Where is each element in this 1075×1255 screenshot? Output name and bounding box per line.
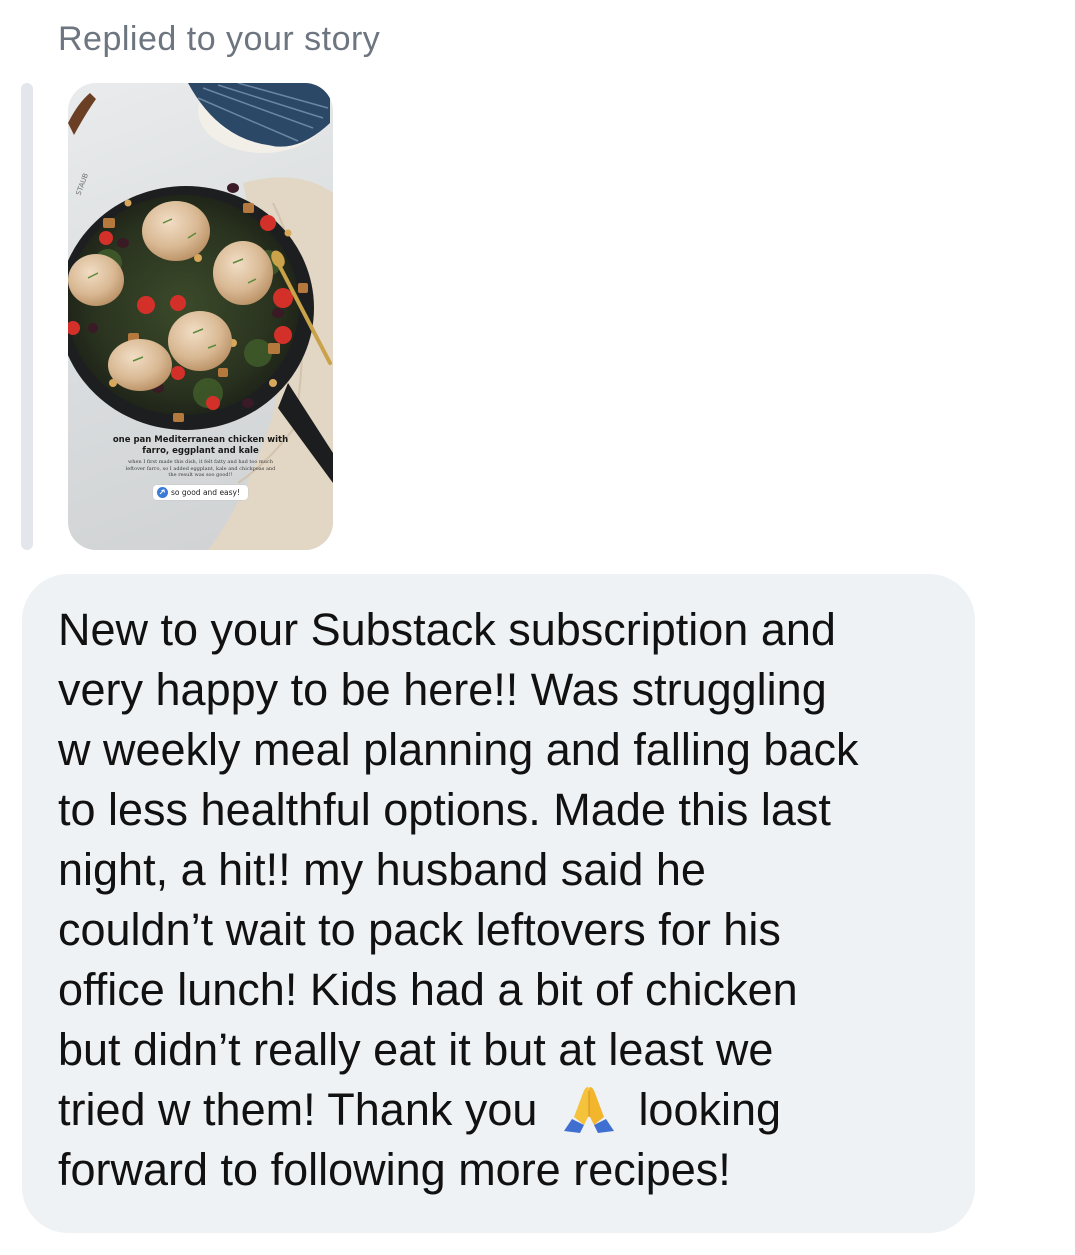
replied-to-story-label: Replied to your story (58, 20, 381, 58)
story-link-sticker[interactable]: so good and easy! (152, 484, 249, 500)
message-line: but didn’t really eat it but at least we (58, 1024, 774, 1075)
message-line: w weekly meal planning and falling back (58, 724, 859, 775)
message-line-9-after-emoji: looking (638, 1084, 782, 1135)
message-line-9-before-emoji: tried w them! Thank you (58, 1084, 538, 1135)
story-link-label: so good and easy! (170, 487, 241, 497)
story-title-line-1: one pan Mediterranean chicken with (112, 435, 289, 445)
story-body-text: when I first made this dish, it felt fat… (125, 459, 276, 478)
story-preview[interactable]: STAUB one pan Mediterranean chicken with… (68, 83, 333, 550)
message-line: couldn’t wait to pack leftovers for his (58, 904, 781, 955)
message-line: to less healthful options. Made this las… (58, 784, 831, 835)
message-line: office lunch! Kids had a bit of chicken (58, 964, 798, 1015)
message-line: very happy to be here!! Was struggling (58, 664, 827, 715)
message-line: forward to following more recipes! (58, 1144, 731, 1195)
link-icon (156, 486, 168, 498)
reply-quote-bar (21, 83, 33, 550)
story-title-line-2: farro, eggplant and kale (142, 446, 259, 456)
message-line: night, a hit!! my husband said he (58, 844, 706, 895)
message-text: New to your Substack subscription and ve… (58, 600, 958, 1200)
svg-text:STAUB: STAUB (75, 172, 90, 196)
story-title: one pan Mediterranean chicken with farro… (68, 435, 333, 457)
message-line: tried w them! Thank you looking (58, 1080, 958, 1140)
story-caption: one pan Mediterranean chicken with farro… (68, 435, 333, 503)
folded-hands-emoji (558, 1085, 620, 1133)
message-line: New to your Substack subscription and (58, 604, 836, 655)
